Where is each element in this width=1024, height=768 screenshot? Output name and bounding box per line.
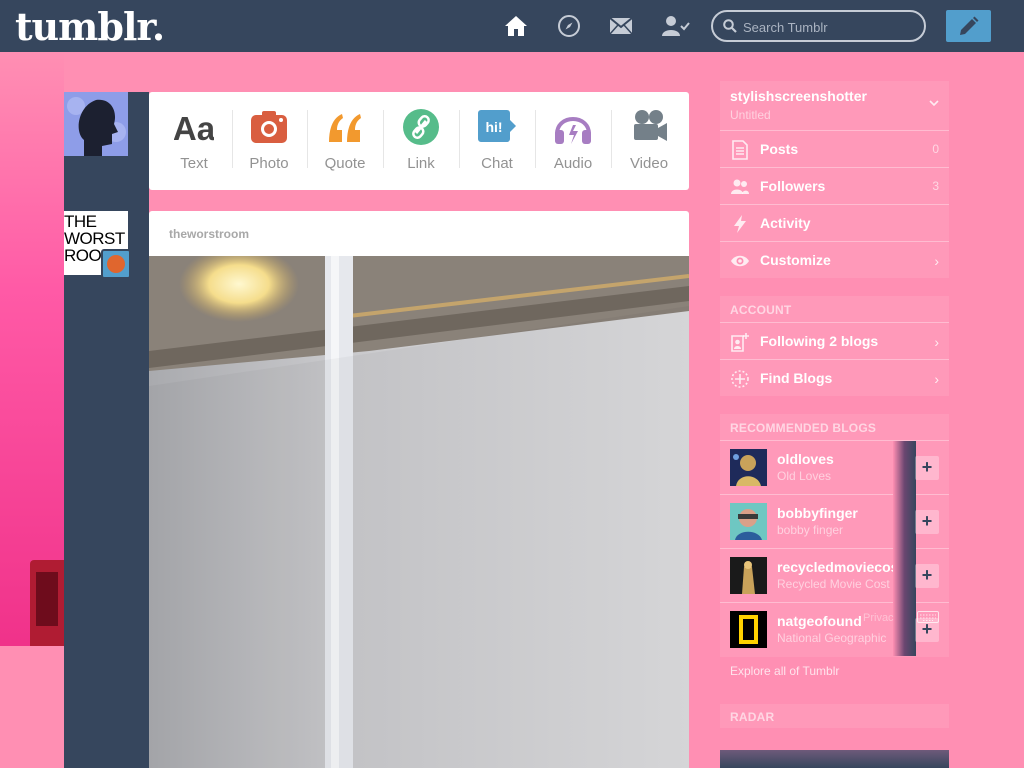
video-camera-icon — [634, 110, 667, 141]
room-photo-image — [149, 256, 689, 768]
sidebar-item-followers[interactable]: Followers 3 — [720, 167, 949, 204]
home-icon[interactable] — [504, 14, 528, 38]
sidebar-item-following[interactable]: Following 2 blogs › — [720, 322, 949, 359]
user-avatar[interactable] — [64, 92, 128, 156]
document-icon — [732, 140, 748, 160]
blog-avatar[interactable] — [730, 557, 767, 594]
sidebar-item-label: Customize — [760, 252, 831, 268]
follow-button[interactable]: + — [915, 510, 939, 534]
recommended-blog-title: Recycled Movie Cost — [777, 577, 890, 591]
follow-button[interactable]: + — [915, 618, 939, 642]
dashboard-column — [64, 92, 149, 768]
quote-icon — [329, 114, 361, 142]
recommended-blog-title: National Geographic — [777, 631, 887, 645]
post-type-label: Video — [629, 155, 669, 172]
post-type-label: Chat — [481, 155, 513, 172]
recommended-blog-title: bobby finger — [777, 523, 844, 537]
follow-button[interactable]: + — [915, 456, 939, 480]
follow-button[interactable]: + — [915, 564, 939, 588]
radar-block: RADAR — [720, 704, 949, 728]
sidebar-item-label: Posts — [760, 141, 799, 157]
post-type-label: Audio — [553, 155, 593, 172]
sidebar-item-label: Followers — [760, 178, 826, 194]
face-icon — [107, 255, 125, 273]
inbox-mail-icon[interactable] — [609, 14, 633, 38]
search-icon — [723, 19, 737, 33]
recommended-blog-title: Old Loves — [777, 469, 832, 483]
follower-count: 3 — [932, 179, 939, 193]
find-blogs-icon — [731, 370, 749, 388]
background-decoration — [0, 52, 64, 646]
reblog-source-avatar[interactable] — [101, 249, 131, 279]
chevron-down-icon[interactable] — [929, 99, 939, 107]
blog-sidebar-block: stylishscreenshotter Untitled Posts 0 Fo… — [720, 81, 949, 278]
silhouette-avatar-icon — [64, 92, 128, 156]
post-count: 0 — [932, 142, 939, 156]
post-photo[interactable] — [149, 256, 689, 768]
pencil-icon — [960, 16, 979, 35]
sidebar-item-activity[interactable]: Activity — [720, 204, 949, 241]
recommended-blog-name[interactable]: recycledmoviecost — [777, 559, 903, 575]
post-type-bar: Aa Text Photo Quote Link hi! Chat Audio … — [149, 92, 689, 190]
recommended-blog-name[interactable]: bobbyfinger — [777, 505, 858, 521]
section-heading: RADAR — [730, 710, 775, 724]
blog-avatar[interactable] — [730, 611, 767, 648]
post-type-quote[interactable]: Quote — [307, 92, 383, 190]
chevron-right-icon: › — [934, 253, 939, 269]
section-heading: ACCOUNT — [730, 303, 792, 317]
blog-avatar[interactable] — [730, 449, 767, 486]
post-type-chat[interactable]: hi! Chat — [459, 92, 535, 190]
svg-text:Aa: Aa — [174, 110, 214, 146]
search-input[interactable] — [743, 18, 913, 36]
overlay-artifact — [893, 441, 916, 656]
overlay-text: Privac — [863, 612, 894, 624]
sidebar-item-label: Activity — [760, 215, 811, 231]
sidebar-item-label: Find Blogs — [760, 370, 833, 386]
chevron-right-icon: › — [934, 334, 939, 350]
following-icon — [731, 333, 749, 352]
post-type-audio[interactable]: Audio — [535, 92, 611, 190]
post-type-label: Quote — [324, 155, 366, 172]
radar-image[interactable] — [720, 750, 949, 768]
lightning-icon — [734, 215, 746, 233]
post-type-label: Photo — [249, 155, 289, 172]
chevron-right-icon: › — [934, 371, 939, 387]
explore-link[interactable]: Explore all of Tumblr — [730, 664, 839, 678]
top-navigation-bar: tumblr. — [0, 0, 1024, 52]
people-icon — [731, 179, 749, 194]
post-blog-name[interactable]: theworstroom — [169, 227, 249, 241]
post-type-link[interactable]: Link — [383, 92, 459, 190]
sidebar-item-customize[interactable]: Customize › — [720, 241, 949, 278]
tumblr-logo[interactable]: tumblr. — [15, 4, 165, 49]
blog-title: Untitled — [730, 108, 771, 122]
camera-icon — [251, 111, 287, 143]
account-sidebar-block: ACCOUNT Following 2 blogs › Find Blogs › — [720, 296, 949, 396]
chat-icon-glyph: hi! — [485, 119, 502, 135]
sidebar-item-label: Following 2 blogs — [760, 333, 879, 349]
account-icon[interactable] — [662, 14, 690, 38]
post-type-photo[interactable]: Photo — [231, 92, 307, 190]
blog-name[interactable]: stylishscreenshotter — [730, 88, 867, 104]
post-type-label: Link — [407, 155, 435, 172]
text-icon: Aa — [174, 110, 214, 146]
dashboard-post: theworstroom — [149, 211, 689, 768]
post-type-video[interactable]: Video — [611, 92, 687, 190]
chat-icon: hi! — [478, 110, 516, 142]
link-icon — [403, 109, 439, 145]
background-object — [30, 560, 64, 646]
sidebar-item-posts[interactable]: Posts 0 — [720, 130, 949, 167]
post-type-text[interactable]: Aa Text — [156, 92, 232, 190]
recommended-blog-name[interactable]: natgeofound — [777, 613, 862, 629]
explore-compass-icon[interactable] — [557, 14, 581, 38]
headphones-icon — [555, 117, 591, 144]
recommended-blog-name[interactable]: oldloves — [777, 451, 834, 467]
search-box[interactable] — [711, 10, 926, 42]
sidebar-item-find-blogs[interactable]: Find Blogs › — [720, 359, 949, 396]
post-type-label: Text — [180, 155, 208, 172]
eye-icon — [731, 255, 749, 267]
blog-avatar[interactable] — [730, 503, 767, 540]
section-heading: RECOMMENDED BLOGS — [730, 421, 877, 435]
compose-post-button[interactable] — [946, 10, 991, 42]
